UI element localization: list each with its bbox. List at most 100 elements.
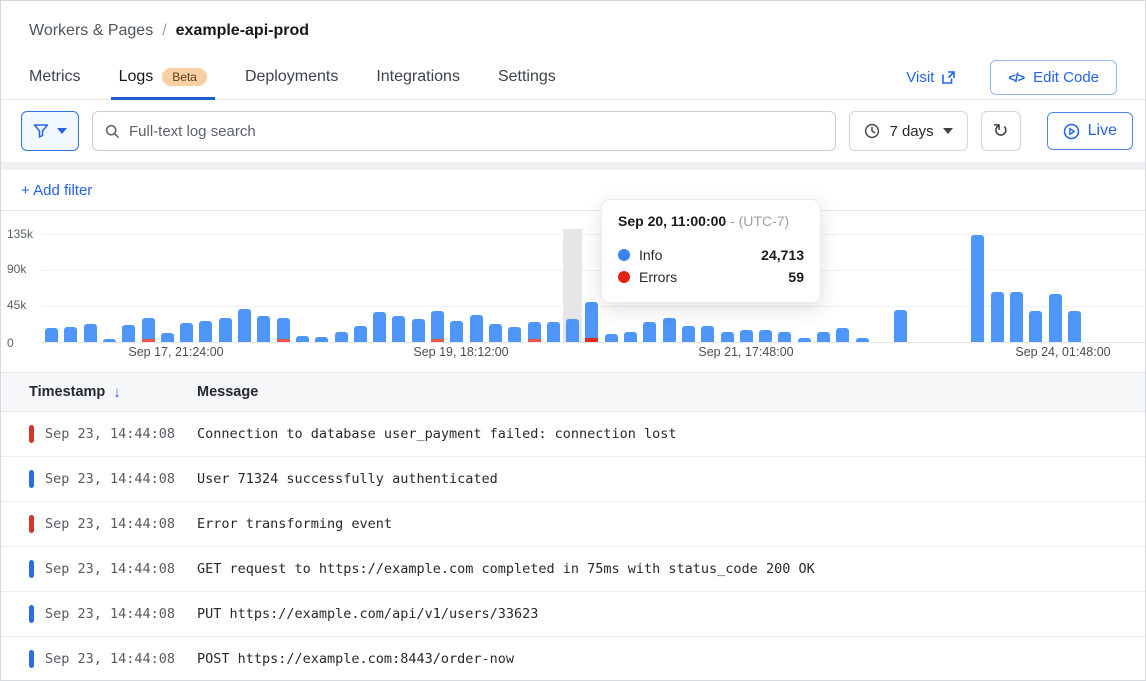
chart-bar[interactable] — [778, 332, 791, 342]
chart-bar[interactable] — [856, 338, 869, 342]
chart-bar[interactable] — [798, 338, 811, 342]
chart-bar[interactable] — [161, 333, 174, 342]
chart-bar[interactable] — [277, 318, 290, 342]
log-row[interactable]: Sep 23, 14:44:08 Connection to database … — [1, 412, 1145, 457]
log-row[interactable]: Sep 23, 14:44:08 GET request to https://… — [1, 547, 1145, 592]
tab-logs-label: Logs — [119, 68, 154, 86]
chart-bar[interactable] — [489, 324, 502, 342]
tab-bar-actions: Visit </> Edit Code — [906, 60, 1117, 95]
tooltip-info-label: Info — [639, 247, 662, 263]
chart-bar[interactable] — [84, 324, 97, 342]
chart-bar[interactable] — [431, 311, 444, 342]
log-message: Error transforming event — [197, 516, 392, 532]
tab-settings[interactable]: Settings — [498, 56, 556, 99]
chart-bar[interactable] — [624, 332, 637, 342]
search-box[interactable] — [92, 111, 836, 151]
chart-bar[interactable] — [392, 316, 405, 342]
chart-bar[interactable] — [663, 318, 676, 342]
chart-bar[interactable] — [257, 316, 270, 342]
message-column-header: Message — [197, 384, 258, 400]
chart-bar[interactable] — [547, 322, 560, 342]
log-level-indicator — [29, 605, 34, 623]
chart-bar[interactable] — [817, 332, 830, 342]
visit-link[interactable]: Visit — [906, 69, 956, 86]
code-icon: </> — [1008, 70, 1024, 85]
edit-code-button[interactable]: </> Edit Code — [990, 60, 1117, 95]
chart-bar[interactable] — [142, 318, 155, 342]
chart-bar[interactable] — [971, 235, 984, 342]
refresh-button[interactable]: ↻ — [981, 111, 1021, 151]
chart-bar[interactable] — [1010, 292, 1023, 342]
chart-bar[interactable] — [450, 321, 463, 342]
chart-bar[interactable] — [296, 336, 309, 342]
chart-bar[interactable] — [238, 309, 251, 342]
chart-bar[interactable] — [180, 323, 193, 342]
chart-bar[interactable] — [412, 319, 425, 342]
chart-bar[interactable] — [643, 322, 656, 342]
filter-dropdown-button[interactable] — [21, 111, 79, 151]
live-button[interactable]: Live — [1047, 112, 1133, 150]
add-filter-row: + Add filter — [1, 170, 1145, 211]
tab-bar: Metrics Logs Beta Deployments Integratio… — [1, 56, 1145, 100]
chart-bar[interactable] — [894, 310, 907, 342]
chart-bar[interactable] — [199, 321, 212, 342]
time-range-dropdown[interactable]: 7 days — [849, 111, 967, 151]
chart-bar[interactable] — [373, 312, 386, 342]
chart-bar[interactable] — [585, 302, 598, 342]
section-divider — [1, 162, 1145, 170]
chart-bar[interactable] — [566, 319, 579, 342]
log-row[interactable]: Sep 23, 14:44:08 POST https://example.co… — [1, 637, 1145, 681]
log-volume-chart: 135k 90k 45k 0 Sep 17, 21:24:00Sep 19, 1… — [1, 211, 1145, 372]
tab-deployments[interactable]: Deployments — [245, 56, 338, 99]
chart-bar[interactable] — [1029, 311, 1042, 342]
page-header: Workers & Pages / example-api-prod — [1, 1, 1145, 40]
log-row[interactable]: Sep 23, 14:44:08 User 71324 successfully… — [1, 457, 1145, 502]
chart-bar[interactable] — [45, 328, 58, 342]
chart-bar[interactable] — [470, 315, 483, 342]
log-level-indicator — [29, 515, 34, 533]
tab-logs[interactable]: Logs Beta — [119, 56, 207, 99]
log-message: PUT https://example.com/api/v1/users/336… — [197, 606, 538, 622]
chart-bar[interactable] — [1068, 311, 1081, 342]
chart-bar[interactable] — [721, 332, 734, 342]
log-row[interactable]: Sep 23, 14:44:08 PUT https://example.com… — [1, 592, 1145, 637]
chevron-down-icon — [57, 128, 67, 134]
tab-integrations-label: Integrations — [376, 68, 460, 86]
chart-bar[interactable] — [354, 326, 367, 342]
timestamp-column-header[interactable]: Timestamp ↓ — [1, 384, 197, 401]
chart-bar[interactable] — [64, 327, 77, 342]
tab-metrics[interactable]: Metrics — [29, 56, 81, 99]
tab-deployments-label: Deployments — [245, 68, 338, 86]
sort-descending-icon[interactable]: ↓ — [113, 384, 121, 401]
chart-bar[interactable] — [836, 328, 849, 342]
chart-bar[interactable] — [508, 327, 521, 342]
search-input[interactable] — [129, 123, 823, 140]
log-row[interactable]: Sep 23, 14:44:08 Error transforming even… — [1, 502, 1145, 547]
add-filter-button[interactable]: + Add filter — [21, 182, 92, 199]
chart-bar[interactable] — [740, 330, 753, 342]
chart-bar[interactable] — [682, 326, 695, 342]
chart-bar[interactable] — [335, 332, 348, 342]
visit-link-label: Visit — [906, 69, 934, 86]
tooltip-time: Sep 20, 11:00:00 — [618, 213, 726, 229]
chart-tooltip: Sep 20, 11:00:00 - (UTC-7) Info 24,713 E… — [601, 199, 821, 303]
chart-bar[interactable] — [122, 325, 135, 342]
tooltip-errors-value: 59 — [788, 269, 804, 285]
tab-metrics-label: Metrics — [29, 68, 81, 86]
chart-bar[interactable] — [315, 337, 328, 342]
chart-bar[interactable] — [991, 292, 1004, 342]
chart-bar[interactable] — [701, 326, 714, 342]
tab-integrations[interactable]: Integrations — [376, 56, 460, 99]
breadcrumb: Workers & Pages / example-api-prod — [29, 22, 1117, 40]
workers-logs-page: Workers & Pages / example-api-prod Metri… — [0, 0, 1146, 681]
chart-bar[interactable] — [103, 339, 116, 342]
chart-x-axis: Sep 17, 21:24:00Sep 19, 18:12:00Sep 21, … — [1, 345, 1145, 363]
chart-bar[interactable] — [605, 334, 618, 342]
chart-bar[interactable] — [1049, 294, 1062, 342]
breadcrumb-workers-pages[interactable]: Workers & Pages — [29, 22, 153, 40]
chart-bar[interactable] — [219, 318, 232, 342]
log-level-indicator — [29, 560, 34, 578]
chart-bar[interactable] — [759, 330, 772, 342]
y-axis-tick: 45k — [7, 298, 41, 312]
chart-bar[interactable] — [528, 322, 541, 342]
